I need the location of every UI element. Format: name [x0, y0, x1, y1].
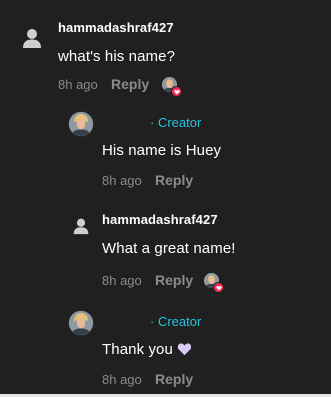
creator-badge: · Creator — [150, 115, 202, 130]
comment-text: Thank you — [102, 341, 192, 358]
reply-button[interactable]: Reply — [111, 76, 149, 92]
reply-item: hammadashraf427 What a great name! 8h ag… — [0, 200, 331, 300]
creator-avatar[interactable] — [69, 112, 93, 136]
white-heart-icon — [177, 342, 192, 356]
reply-button[interactable]: Reply — [155, 172, 193, 188]
comment-timestamp: 8h ago — [102, 372, 142, 387]
comment-text: His name is Huey — [102, 142, 222, 159]
reply-item: · Creator His name is Huey 8h ago Reply — [0, 100, 331, 200]
comment-timestamp: 8h ago — [102, 273, 142, 288]
creator-liked-indicator — [162, 77, 181, 96]
comment-timestamp: 8h ago — [102, 173, 142, 188]
comment-username[interactable]: hammadashraf427 — [58, 20, 174, 35]
comment-item: hammadashraf427 what's his name? 8h ago … — [0, 0, 331, 100]
creator-badge: · Creator — [150, 314, 202, 329]
heart-icon — [172, 87, 181, 96]
comment-username[interactable]: hammadashraf427 — [102, 212, 218, 227]
creator-liked-indicator — [204, 273, 223, 292]
heart-icon — [214, 283, 223, 292]
reply-button[interactable]: Reply — [155, 371, 193, 387]
default-user-icon[interactable] — [21, 27, 43, 49]
comment-timestamp: 8h ago — [58, 77, 98, 92]
reply-item: · Creator Thank you 8h ago Reply — [0, 300, 331, 394]
creator-avatar[interactable] — [69, 311, 93, 335]
comment-text-content: Thank you — [102, 341, 173, 358]
reply-button[interactable]: Reply — [155, 272, 193, 288]
default-user-icon[interactable] — [72, 217, 90, 235]
comment-text: What a great name! — [102, 240, 236, 257]
comment-text: what's his name? — [58, 48, 176, 65]
